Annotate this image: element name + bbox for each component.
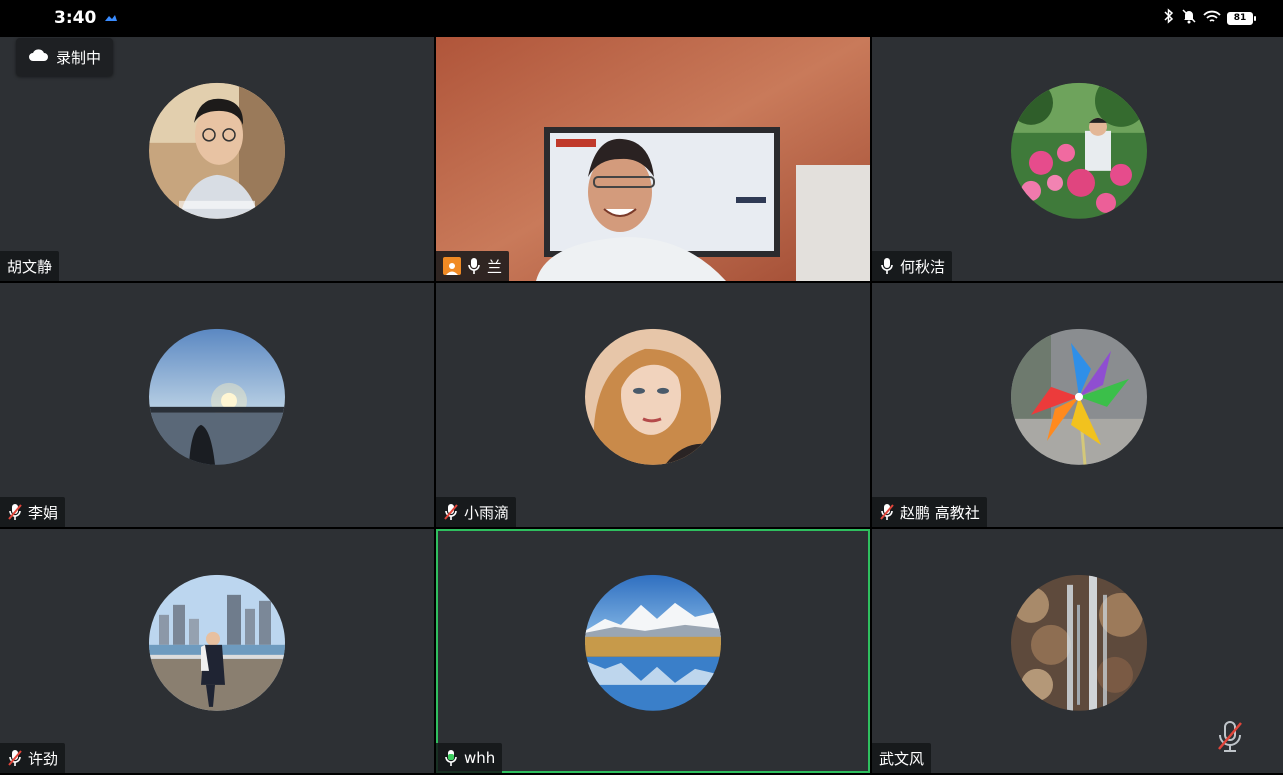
participant-tile[interactable]: 武文风	[872, 529, 1283, 773]
participant-name-tag: 小雨滴	[436, 497, 517, 527]
recording-label: 录制中	[56, 48, 102, 67]
participant-name-tag: 武文风	[872, 743, 932, 773]
participant-name-tag: whh	[436, 743, 503, 773]
avatar	[149, 82, 285, 219]
participant-name: 胡文静	[7, 257, 53, 276]
avatar	[1010, 328, 1147, 465]
participant-name-tag: 兰	[436, 251, 510, 281]
status-left: 3:40	[54, 8, 118, 28]
microphone-muted-icon[interactable]	[1215, 719, 1245, 755]
video-grid: 胡文静 兰 何秋洁 李娟 小雨滴 赵鹏 高教社 许劲 whh 武文风	[0, 37, 1283, 775]
microphone-speaking-icon	[443, 749, 459, 767]
participant-name-tag: 李娟	[0, 497, 66, 527]
participant-tile[interactable]: 李娟	[0, 283, 434, 527]
microphone-muted-icon	[7, 749, 23, 767]
microphone-icon	[466, 257, 482, 275]
avatar	[1010, 82, 1147, 219]
participant-name: 武文风	[879, 749, 925, 768]
status-time: 3:40	[54, 8, 97, 28]
microphone-muted-icon	[7, 503, 23, 521]
microphone-icon	[879, 257, 895, 275]
participant-tile[interactable]: 兰	[436, 37, 870, 281]
participant-tile[interactable]: 许劲	[0, 529, 434, 773]
cloud-icon	[28, 48, 48, 66]
avatar	[149, 574, 285, 711]
participant-tile[interactable]: 何秋洁	[872, 37, 1283, 281]
recording-badge[interactable]: 录制中	[16, 38, 114, 76]
participant-name: 赵鹏 高教社	[900, 503, 980, 522]
avatar	[1010, 574, 1147, 711]
participant-name-tag: 胡文静	[0, 251, 60, 281]
avatar	[585, 574, 721, 711]
status-bar: 3:40 81	[0, 0, 1283, 36]
status-right: 81	[1163, 8, 1256, 28]
participant-name: 李娟	[28, 503, 59, 522]
video-feed	[436, 37, 870, 281]
participant-name: 何秋洁	[900, 257, 946, 276]
host-icon	[443, 257, 461, 275]
participant-name: 兰	[487, 257, 503, 276]
avatar	[149, 328, 285, 465]
participant-name: 小雨滴	[464, 503, 510, 522]
battery-icon: 81	[1227, 11, 1256, 25]
participant-name: whh	[464, 749, 496, 767]
participant-tile[interactable]: 赵鹏 高教社	[872, 283, 1283, 527]
participant-name-tag: 赵鹏 高教社	[872, 497, 987, 527]
participant-name: 许劲	[28, 749, 59, 768]
bluetooth-icon	[1163, 8, 1175, 28]
participant-name-tag: 许劲	[0, 743, 66, 773]
wifi-icon	[1203, 9, 1221, 28]
participant-name-tag: 何秋洁	[872, 251, 953, 281]
participant-tile[interactable]: 小雨滴	[436, 283, 870, 527]
participant-tile-active-speaker[interactable]: whh	[436, 529, 870, 773]
cloud-sync-icon	[104, 8, 118, 28]
avatar	[585, 328, 721, 465]
bell-muted-icon	[1181, 8, 1197, 28]
microphone-muted-icon	[443, 503, 459, 521]
microphone-muted-icon	[879, 503, 895, 521]
